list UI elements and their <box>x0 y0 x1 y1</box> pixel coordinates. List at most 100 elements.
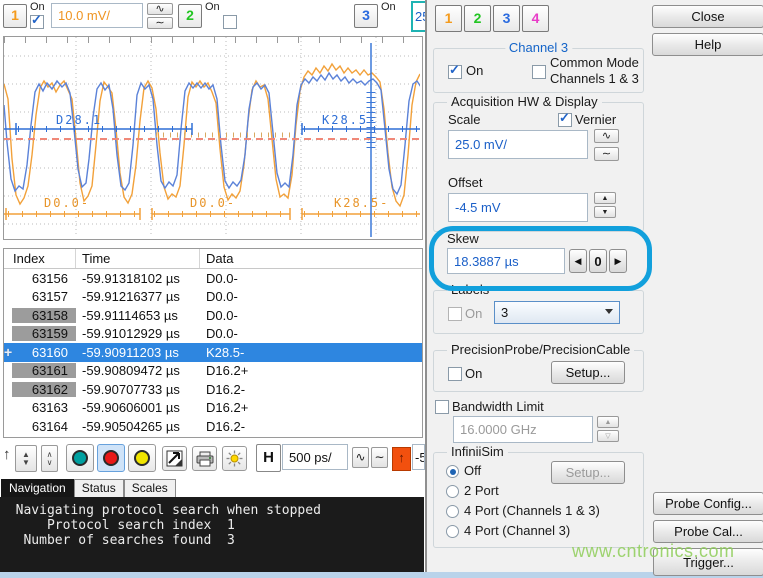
timebase-up-button[interactable]: ∿ <box>352 447 369 468</box>
bandwidth-limit-checkbox[interactable] <box>435 400 449 414</box>
cell-data: D0.0- <box>200 308 422 323</box>
panel-tab-channel-1[interactable]: 1 <box>435 5 462 32</box>
offset-label: Offset <box>448 175 482 190</box>
channel3-on-checkbox[interactable] <box>448 65 462 79</box>
channel3-on-label: On <box>466 63 483 78</box>
table-row[interactable]: 63159-59.91012929 µsD0.0- <box>4 325 422 344</box>
marker-c-button[interactable] <box>128 444 156 472</box>
common-mode-label-2: Channels 1 & 3 <box>550 71 639 86</box>
waveform-display[interactable]: D28.1 K28.5- D0.0- D0.0- <box>3 36 423 240</box>
bandwidth-spinner[interactable]: ▲ ▽ <box>597 416 619 442</box>
timebase-field[interactable]: 500 ps/ <box>282 444 348 470</box>
cell-time: -59.90707733 µs <box>76 382 200 397</box>
probe-cal-button[interactable]: Probe Cal... <box>653 520 763 543</box>
tab-navigation[interactable]: Navigation <box>1 479 74 497</box>
table-row[interactable]: 63158-59.91114653 µsD0.0- <box>4 306 422 325</box>
trigger-indicator-icon[interactable]: ↑ <box>392 447 411 471</box>
precision-probe-on-checkbox[interactable] <box>448 367 462 381</box>
table-row[interactable]: 63163-59.90606001 µsD16.2+ <box>4 399 422 418</box>
panel-tab-channel-4[interactable]: 4 <box>522 5 549 32</box>
labels-dropdown[interactable]: 3 <box>494 301 620 324</box>
infiniisim-off-label: Off <box>464 463 481 478</box>
scale-coarse-up-button[interactable]: ∿ <box>594 129 619 143</box>
acquisition-group: Acquisition HW & Display Scale Vernier 2… <box>433 102 644 232</box>
timebase-down-button[interactable]: ∼ <box>371 447 388 468</box>
header-time[interactable]: Time <box>76 249 200 268</box>
trigger-time-field[interactable]: -59.90 <box>412 444 425 470</box>
precision-probe-setup-button[interactable]: Setup... <box>551 361 625 384</box>
cell-data: D0.0- <box>200 326 422 341</box>
table-row[interactable]: 63162-59.90707733 µsD16.2- <box>4 380 422 399</box>
trigger-time-value: -59.90 <box>415 450 425 465</box>
probe-config-button[interactable]: Probe Config... <box>653 492 763 515</box>
table-row[interactable]: 63157-59.91216377 µsD0.0- <box>4 288 422 307</box>
cell-time: -59.90606001 µs <box>76 400 200 415</box>
cell-data: D16.2+ <box>200 400 422 415</box>
header-data[interactable]: Data <box>200 249 422 268</box>
bandwidth-limit-field[interactable]: 16.0000 GHz <box>453 416 593 443</box>
scale-coarse-down-button[interactable]: ∼ <box>594 147 619 161</box>
results-tab-bar: NavigationStatusScales <box>1 479 176 497</box>
table-row[interactable]: 63160-59.90911203 µsK28.5-+ <box>4 343 422 362</box>
fine-step-spinner[interactable]: ∧∨ <box>41 445 58 472</box>
horizontal-menu-button[interactable]: H <box>256 444 281 472</box>
tab-status[interactable]: Status <box>74 479 124 497</box>
teal-marker-icon <box>72 450 88 466</box>
cell-data: D16.2- <box>200 419 422 434</box>
table-row[interactable]: 63164-59.90504265 µsD16.2- <box>4 417 422 436</box>
channel-3-button[interactable]: 3 <box>354 4 378 28</box>
close-button[interactable]: Close <box>652 5 763 28</box>
offset-field[interactable]: -4.5 mV <box>448 193 588 222</box>
marker-a-button[interactable] <box>66 444 94 472</box>
offset-down-icon[interactable]: ▼ <box>594 206 616 218</box>
panel-tab-channel-2[interactable]: 2 <box>464 5 491 32</box>
vertical-step-spinner[interactable]: ▲▼ <box>15 445 37 472</box>
infiniisim-off-radio[interactable] <box>446 465 459 478</box>
channel-1-scale-field[interactable]: 10.0 mV/ <box>51 3 143 28</box>
cell-index: 63157 <box>12 289 76 304</box>
offset-up-icon[interactable]: ▲ <box>594 192 616 204</box>
channel-2-on-checkbox[interactable] <box>223 15 237 29</box>
infiniisim-2port-radio[interactable] <box>446 485 459 498</box>
scale-field[interactable]: 25.0 mV/ <box>448 130 588 159</box>
terminal-line: Navigating protocol search when stopped <box>0 503 424 518</box>
scale-up-wave-button[interactable]: ∿ <box>147 3 173 15</box>
tab-scales[interactable]: Scales <box>124 479 176 497</box>
labels-group: Labels On 3 <box>433 290 644 334</box>
channel-2-button[interactable]: 2 <box>178 4 202 28</box>
table-row[interactable]: 63161-59.90809472 µsD16.2+ <box>4 362 422 381</box>
help-button[interactable]: Help <box>652 33 763 56</box>
infiniisim-setup-button[interactable]: Setup... <box>551 461 625 484</box>
cell-data: K28.5- <box>200 345 422 360</box>
display-brightness-button[interactable] <box>222 446 247 471</box>
acquisition-group-title: Acquisition HW & Display <box>447 94 602 109</box>
cell-time: -59.91216377 µs <box>76 289 200 304</box>
cell-index: 63156 <box>12 271 76 286</box>
header-index[interactable]: Index <box>4 249 76 268</box>
cell-index: 63159 <box>12 326 76 341</box>
bandwidth-up-icon[interactable]: ▲ <box>597 416 619 428</box>
common-mode-label-1: Common Mode <box>550 55 639 70</box>
scale-down-wave-button[interactable]: ∼ <box>147 17 173 29</box>
channel-1-button[interactable]: 1 <box>3 4 27 28</box>
infiniisim-group-title: InfiniiSim <box>447 444 508 459</box>
marker-b-button[interactable] <box>97 444 125 472</box>
labels-on-checkbox[interactable] <box>448 307 462 321</box>
vernier-checkbox[interactable] <box>558 113 572 127</box>
watermark: www.cntronics.com <box>572 541 735 562</box>
cell-data: D0.0- <box>200 289 422 304</box>
decode-label-orange-2: D0.0- <box>190 196 236 210</box>
infiniisim-4port13-radio[interactable] <box>446 505 459 518</box>
common-mode-checkbox[interactable] <box>532 65 546 79</box>
scale-value: 25.0 mV/ <box>455 137 507 152</box>
panel-tab-channel-3[interactable]: 3 <box>493 5 520 32</box>
table-row[interactable]: 63156-59.91318102 µsD0.0- <box>4 269 422 288</box>
offset-spinner[interactable]: ▲ ▼ <box>594 192 616 218</box>
cell-index: 63162 <box>12 382 76 397</box>
channel-1-scale-value: 10.0 mV/ <box>58 8 110 23</box>
zoom-window-button[interactable] <box>162 446 187 471</box>
bandwidth-down-icon[interactable]: ▽ <box>597 430 619 442</box>
print-button[interactable] <box>192 446 217 471</box>
infiniisim-4port3-radio[interactable] <box>446 525 459 538</box>
channel-1-on-checkbox[interactable] <box>30 15 44 29</box>
